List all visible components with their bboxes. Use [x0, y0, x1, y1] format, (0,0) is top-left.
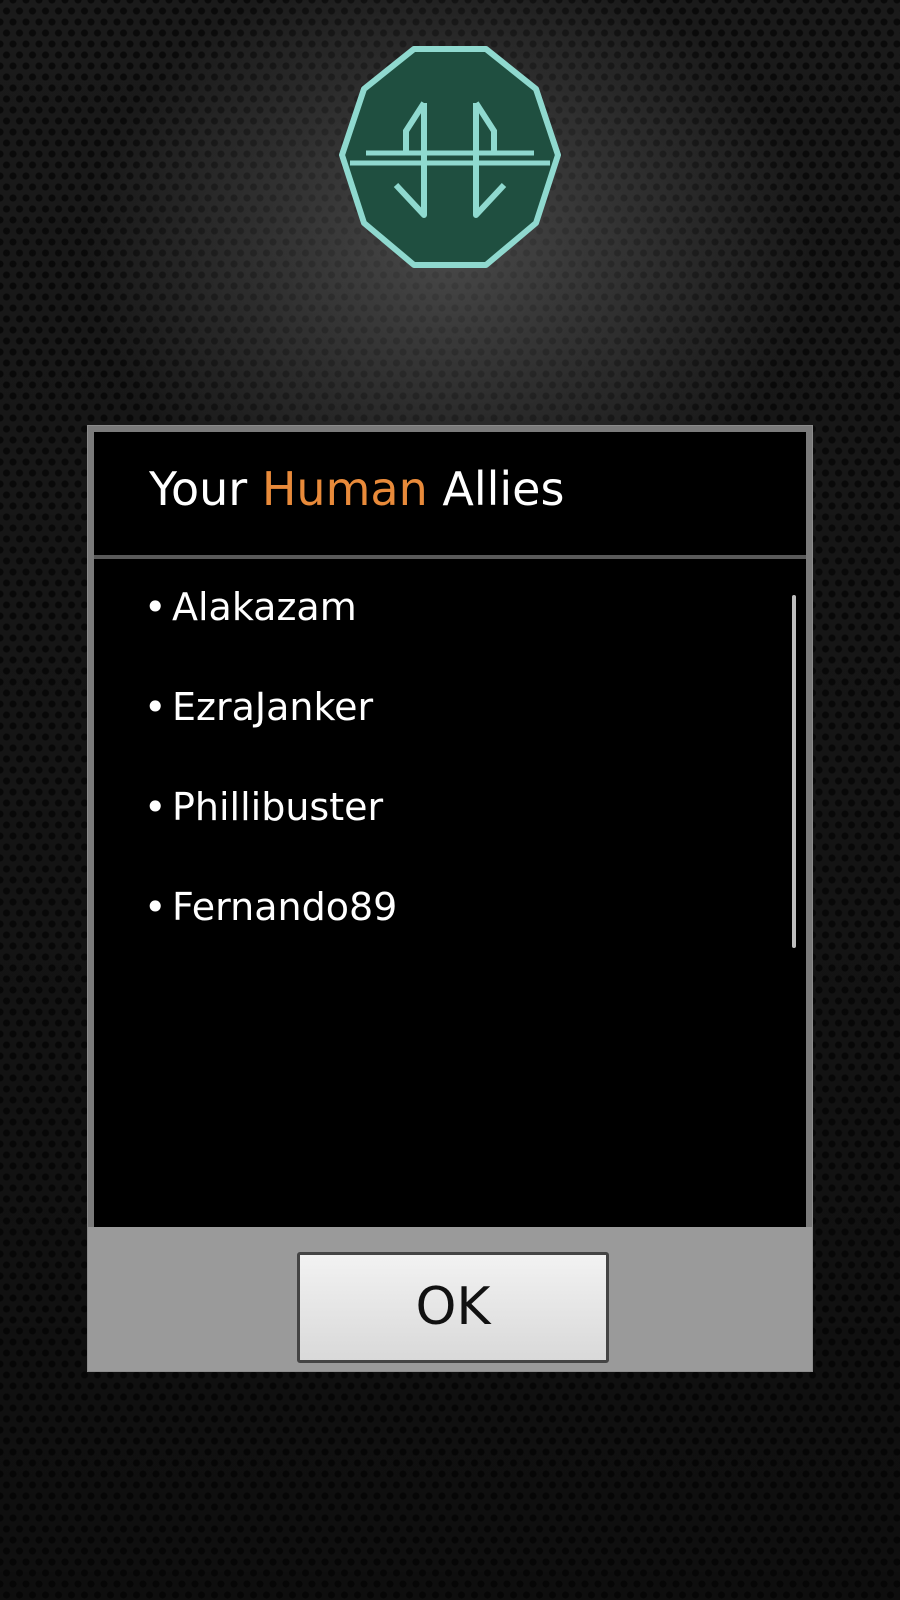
title-prefix: Your: [149, 462, 262, 516]
ally-name: Alakazam: [172, 585, 357, 629]
ally-name: Phillibuster: [172, 785, 384, 829]
dialog-header: Your Human Allies: [94, 432, 806, 559]
allies-dialog: Your Human Allies • Alakazam • EzraJanker …: [87, 425, 813, 1372]
ally-list-item[interactable]: • Fernando89: [144, 885, 397, 929]
bullet: •: [144, 885, 167, 929]
title-suffix: Allies: [427, 462, 565, 516]
ally-list-item[interactable]: • EzraJanker: [144, 685, 373, 729]
app-logo-icon: [339, 46, 561, 268]
ally-name: EzraJanker: [172, 685, 374, 729]
dialog-title: Your Human Allies: [149, 462, 564, 516]
ally-list-item[interactable]: • Phillibuster: [144, 785, 383, 829]
ally-list-item[interactable]: • Alakazam: [144, 585, 357, 629]
list-scrollbar[interactable]: [792, 595, 796, 948]
dialog-footer: OK: [88, 1227, 812, 1371]
ok-button[interactable]: OK: [297, 1252, 609, 1363]
title-accent: Human: [261, 462, 428, 516]
bullet: •: [144, 585, 167, 629]
bullet: •: [144, 785, 167, 829]
ally-list[interactable]: • Alakazam • EzraJanker • Phillibuster • Fer…: [94, 563, 806, 1227]
dialog-body: Your Human Allies • Alakazam • EzraJanker …: [94, 432, 806, 1227]
ally-name: Fernando89: [172, 885, 398, 929]
bullet: •: [144, 685, 167, 729]
